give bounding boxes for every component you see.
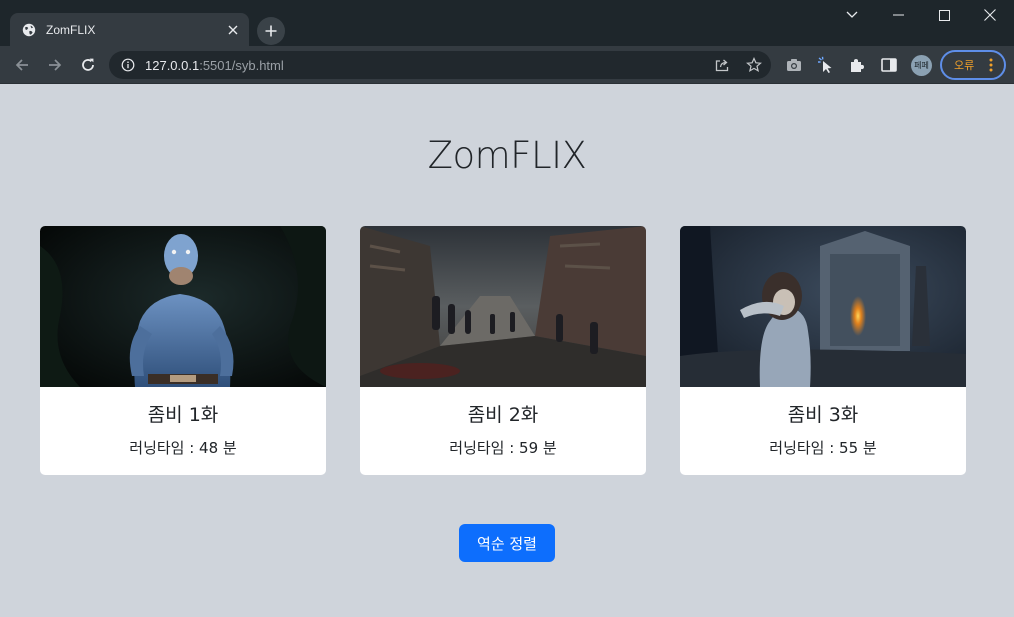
reload-button[interactable] bbox=[74, 51, 102, 79]
episode-runtime: 러닝타임 : 59 분 bbox=[449, 439, 557, 457]
plus-icon bbox=[265, 25, 277, 37]
episode-title: 좀비 1화 bbox=[147, 404, 219, 426]
episode-card-1[interactable]: 좀비 1화 러닝타임 : 48 분 bbox=[40, 226, 326, 475]
puzzle-icon[interactable] bbox=[847, 55, 867, 75]
window-close-button[interactable] bbox=[967, 0, 1013, 30]
episode-runtime: 러닝타임 : 48 분 bbox=[129, 439, 237, 457]
episode-title: 좀비 2화 bbox=[467, 404, 539, 426]
avatar[interactable]: 페페 bbox=[911, 55, 932, 76]
episode-title: 좀비 3화 bbox=[787, 404, 859, 426]
tab-search-button[interactable] bbox=[829, 0, 875, 30]
page-title: ZomFLIX bbox=[427, 134, 587, 177]
error-chip-button[interactable]: 오류 bbox=[940, 50, 1006, 80]
back-button[interactable] bbox=[8, 51, 36, 79]
episode-thumbnail bbox=[360, 226, 646, 387]
address-bar[interactable]: 127.0.0.1:5501/syb.html bbox=[109, 51, 771, 79]
browser-window: ZomFLIX 127.0.0.1:5501/syb.html 페페 오류 Z… bbox=[0, 0, 1014, 617]
kebab-menu-icon bbox=[984, 56, 998, 74]
side-panel-icon[interactable] bbox=[879, 55, 899, 75]
forward-button[interactable] bbox=[41, 51, 69, 79]
chevron-down-icon bbox=[846, 11, 858, 18]
episode-runtime: 러닝타임 : 55 분 bbox=[769, 439, 877, 457]
cursor-click-icon[interactable] bbox=[816, 55, 836, 75]
error-chip-label: 오류 bbox=[954, 59, 975, 72]
reverse-sort-button[interactable]: 역순 정렬 bbox=[459, 524, 555, 562]
minimize-icon bbox=[892, 14, 904, 16]
new-tab-button[interactable] bbox=[257, 17, 285, 45]
url-host: 127.0.0.1 bbox=[145, 57, 200, 73]
reload-icon bbox=[82, 58, 94, 71]
maximize-button[interactable] bbox=[921, 0, 967, 30]
episode-card-3[interactable]: 좀비 3화 러닝타임 : 55 분 bbox=[680, 226, 966, 475]
info-icon[interactable] bbox=[121, 58, 135, 72]
episode-card-2[interactable]: 좀비 2화 러닝타임 : 59 분 bbox=[360, 226, 646, 475]
minimize-button[interactable] bbox=[875, 0, 921, 30]
arrow-left-icon bbox=[15, 59, 28, 71]
page-content: ZomFLIX 좀비 1화 러닝타임: 48 분 좀비 2화 러닝타임: 5… bbox=[1, 84, 1013, 617]
close-icon bbox=[984, 9, 996, 21]
camera-icon[interactable] bbox=[784, 55, 804, 75]
star-icon[interactable] bbox=[744, 55, 764, 75]
title-bar: ZomFLIX bbox=[0, 0, 1014, 46]
globe-icon bbox=[22, 23, 36, 37]
close-icon[interactable] bbox=[223, 20, 243, 40]
arrow-right-icon bbox=[49, 59, 62, 71]
browser-tab[interactable]: ZomFLIX bbox=[10, 13, 249, 46]
episode-thumbnail bbox=[680, 226, 966, 387]
share-icon[interactable] bbox=[712, 55, 732, 75]
browser-toolbar: 127.0.0.1:5501/syb.html 페페 오류 bbox=[0, 46, 1014, 84]
tab-title: ZomFLIX bbox=[46, 22, 96, 37]
maximize-icon bbox=[938, 9, 950, 21]
episode-thumbnail bbox=[40, 226, 326, 387]
url-path: :5501/syb.html bbox=[199, 57, 284, 73]
